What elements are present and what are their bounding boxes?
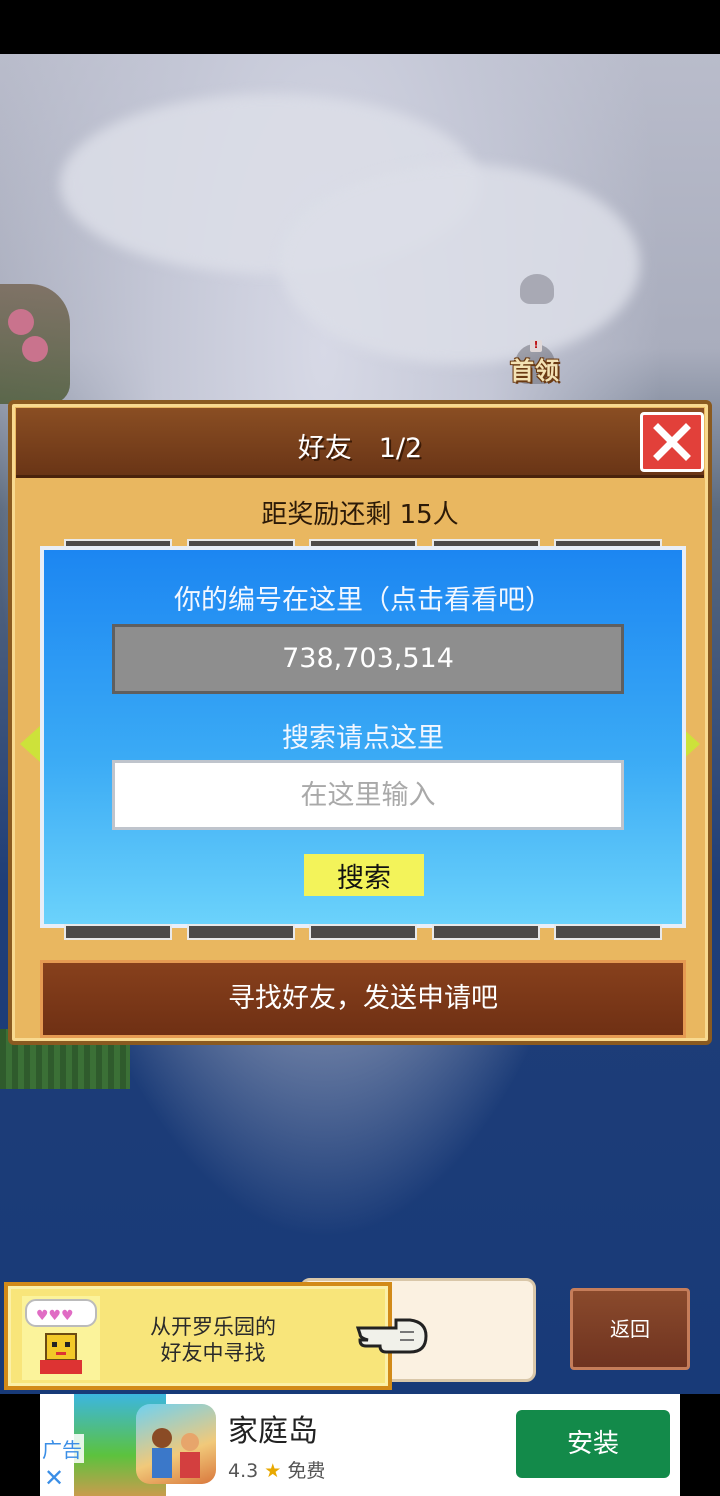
- kairobot-avatar-icon: ♥♥♥: [22, 1296, 100, 1380]
- ad-content[interactable]: 广告 ✕ 家庭岛 4.3 ★ 免费 安装: [40, 1394, 680, 1496]
- ad-label: 广告: [40, 1434, 84, 1463]
- flower-tree: [22, 336, 48, 362]
- prev-page-arrow-icon[interactable]: [20, 726, 40, 762]
- id-prompt: 你的编号在这里（点击看看吧）: [174, 585, 552, 616]
- star-icon: ★: [264, 1460, 282, 1482]
- flower-tree: [8, 309, 34, 335]
- reward-remaining-text: 距奖励还剩 15人: [261, 500, 459, 530]
- ad-app-icon: [136, 1404, 216, 1484]
- friend-slot: [309, 924, 417, 940]
- find-friends-button[interactable]: 寻找好友，发送申请吧: [40, 960, 686, 1038]
- friend-slot: [554, 924, 662, 940]
- ad-app-name: 家庭岛: [228, 1414, 318, 1449]
- ad-price: 免费: [287, 1460, 326, 1482]
- kairo-link-line1: 从开罗乐园的: [150, 1315, 276, 1339]
- status-bar: [0, 0, 720, 54]
- boss-silhouette: [520, 274, 554, 304]
- dialog-header: 好友 1/2: [16, 408, 704, 478]
- close-button[interactable]: [640, 412, 704, 472]
- search-prompt: 搜索请点这里: [282, 723, 444, 754]
- pointing-hand-icon: [356, 1318, 428, 1354]
- friend-slot: [431, 924, 540, 940]
- svg-text:♥♥♥: ♥♥♥: [36, 1308, 74, 1324]
- ad-rating-value: 4.3: [228, 1460, 259, 1482]
- ad-rating-row: 4.3 ★ 免费: [228, 1456, 325, 1483]
- bottom-slot-strip: [40, 924, 686, 940]
- friend-slot: [64, 924, 172, 940]
- close-icon: [653, 423, 691, 461]
- kairo-friends-link[interactable]: ♥♥♥ 从开罗乐园的 好友中寻找: [4, 1282, 392, 1390]
- family-island-icon: [152, 1428, 200, 1478]
- friends-dialog: 好友 1/2 距奖励还剩 15人 你的编号在这里（点击看看吧） 738,703,…: [8, 400, 712, 1045]
- friend-id-panel: 你的编号在这里（点击看看吧） 738,703,514 搜索请点这里 搜索: [40, 546, 686, 928]
- kairo-link-line2: 好友中寻找: [160, 1341, 266, 1365]
- search-button[interactable]: 搜索: [304, 854, 424, 896]
- kairo-link-text: 从开罗乐园的 好友中寻找: [108, 1314, 318, 1366]
- boss-label[interactable]: 首领: [510, 351, 560, 386]
- back-button[interactable]: 返回: [570, 1288, 690, 1370]
- dialog-title: 好友 1/2: [297, 433, 423, 464]
- fog-cloud: [280, 164, 640, 364]
- ad-close-icon[interactable]: ✕: [44, 1464, 64, 1492]
- player-id-display[interactable]: 738,703,514: [112, 624, 624, 694]
- friend-slot: [186, 924, 295, 940]
- ad-banner: 广告 ✕ 家庭岛 4.3 ★ 免费 安装: [0, 1394, 720, 1496]
- friend-search-input[interactable]: [112, 760, 624, 830]
- install-button[interactable]: 安装: [516, 1410, 670, 1478]
